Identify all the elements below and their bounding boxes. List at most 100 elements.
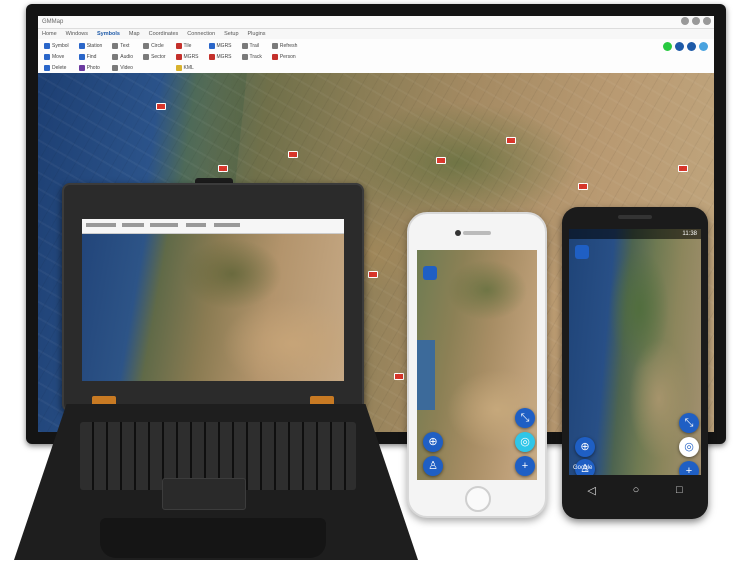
menu-item-coordinates[interactable]: Coordinates <box>149 29 179 39</box>
ribbon-button-sector[interactable]: Sector <box>143 53 166 61</box>
ribbon-button-photo[interactable]: Photo <box>78 64 103 72</box>
layers-icon[interactable] <box>575 245 589 259</box>
find-icon <box>78 54 85 60</box>
laptop-screen <box>82 219 344 381</box>
ribbon-button-label: Photo <box>86 65 100 71</box>
ribbon-button-label: MGRS <box>216 54 232 60</box>
ribbon-group: MGRS MGRS <box>208 42 232 76</box>
ribbon-button-person[interactable]: Person <box>271 53 298 61</box>
laptop-satellite-map[interactable] <box>82 234 344 381</box>
status-dot-icon[interactable] <box>699 42 708 51</box>
window-controls <box>681 17 711 25</box>
menu-item-map[interactable]: Map <box>129 29 140 39</box>
ribbon-button-refresh[interactable]: Refresh <box>271 42 297 50</box>
locate-icon[interactable]: ◎ <box>679 437 699 457</box>
menu-bar: Home Windows Symbols Map Coordinates Connecti… <box>38 29 714 39</box>
map-marker[interactable] <box>288 151 298 158</box>
ribbon-group: Symbol Move Delete <box>44 42 69 76</box>
status-dot-icon[interactable] <box>663 42 672 51</box>
iphone-device: ⤡ ◎ + ⊕ ♙ <box>407 212 547 518</box>
kml-icon <box>175 65 182 71</box>
ribbon-button-find[interactable]: Find <box>78 53 103 61</box>
ribbon-button-label: Find <box>86 54 97 60</box>
map-marker[interactable] <box>394 373 404 380</box>
person-icon[interactable]: ♙ <box>423 456 443 476</box>
menu-item-windows[interactable]: Windows <box>66 29 88 39</box>
laptop-touchpad[interactable] <box>162 478 246 510</box>
ribbon-button-trail[interactable]: Trail <box>241 42 262 50</box>
refresh-icon <box>271 43 278 49</box>
menu-item-symbols[interactable]: Symbols <box>97 29 120 39</box>
recents-icon[interactable]: □ <box>676 484 683 496</box>
tile-icon <box>175 43 182 49</box>
maximize-button[interactable] <box>692 17 700 25</box>
sector-icon <box>143 54 150 60</box>
ribbon-button-mgrs[interactable]: MGRS <box>175 53 199 61</box>
ribbon-group: Circle Sector <box>143 42 166 76</box>
laptop-front-grip <box>100 518 326 558</box>
status-dot-icon[interactable] <box>675 42 684 51</box>
menu-item-setup[interactable]: Setup <box>224 29 238 39</box>
map-marker[interactable] <box>368 271 378 278</box>
ribbon-button-label: Circle <box>151 43 164 49</box>
ribbon-button-symbol[interactable]: Symbol <box>44 42 69 50</box>
sea-area <box>417 340 435 410</box>
symbol-icon <box>44 43 50 49</box>
ribbon-button-video[interactable]: Video <box>112 64 133 72</box>
add-icon[interactable]: + <box>515 456 535 476</box>
map-marker[interactable] <box>218 165 228 172</box>
ribbon-button-text[interactable]: Text <box>112 42 133 50</box>
iphone-map-screen[interactable]: ⤡ ◎ + ⊕ ♙ <box>417 250 537 480</box>
status-dot-icon[interactable] <box>687 42 696 51</box>
map-marker[interactable] <box>506 137 516 144</box>
home-button[interactable] <box>465 486 491 512</box>
front-camera <box>455 230 461 236</box>
back-icon[interactable]: ◁ <box>587 484 595 497</box>
text-icon <box>112 43 119 49</box>
ribbon-button-station[interactable]: Station <box>78 42 103 50</box>
map-marker[interactable] <box>678 165 688 172</box>
layers-icon[interactable] <box>423 266 437 280</box>
audio-icon <box>112 54 119 60</box>
menu-item-connection[interactable]: Connection <box>187 29 215 39</box>
locate-icon[interactable]: ◎ <box>515 432 535 452</box>
ribbon-button-label: MGRS <box>216 43 232 49</box>
ribbon-button-label: Video <box>120 65 133 71</box>
move-icon <box>44 54 50 60</box>
photo-icon <box>78 65 85 71</box>
ribbon-button-tile[interactable]: Tile <box>175 42 199 50</box>
home-icon[interactable]: ○ <box>633 484 640 496</box>
compass-icon[interactable]: ⊕ <box>575 437 595 457</box>
menu-item-home[interactable]: Home <box>42 29 57 39</box>
android-map-screen[interactable]: 11:38 ⤡ ◎ + ⊕ ♙ Google <box>569 229 701 475</box>
ribbon-button-circle[interactable]: Circle <box>143 42 165 50</box>
earpiece-speaker <box>618 215 652 219</box>
mgrs-icon <box>208 54 215 60</box>
ribbon-button-delete[interactable]: Delete <box>44 64 69 72</box>
ribbon-button-label: Delete <box>52 65 67 71</box>
ribbon-button-mgrs[interactable]: MGRS <box>208 42 232 50</box>
close-button[interactable] <box>703 17 711 25</box>
fullscreen-icon[interactable]: ⤡ <box>679 413 699 433</box>
video-icon <box>112 65 119 71</box>
clock: 11:38 <box>682 231 697 237</box>
map-marker[interactable] <box>436 157 446 164</box>
ribbon-button-audio[interactable]: Audio <box>112 53 133 61</box>
add-icon[interactable]: + <box>679 461 699 475</box>
ribbon-button-track[interactable]: Track <box>241 53 262 61</box>
map-marker[interactable] <box>156 103 166 110</box>
ribbon-toolbar: Symbol Move Delete Station Find Photo Text Audi… <box>38 39 714 77</box>
circle-icon <box>143 43 150 49</box>
ribbon-button-label: Symbol <box>52 43 69 49</box>
ribbon-button-move[interactable]: Move <box>44 53 69 61</box>
map-marker[interactable] <box>578 183 588 190</box>
google-logo: Google <box>573 465 593 471</box>
ribbon-button-label: Station <box>86 43 103 49</box>
menu-item-plugins[interactable]: Plugins <box>248 29 266 39</box>
ribbon-button-mgrs[interactable]: MGRS <box>208 53 232 61</box>
minimize-button[interactable] <box>681 17 689 25</box>
android-status-bar: 11:38 <box>569 229 701 239</box>
fullscreen-icon[interactable]: ⤡ <box>515 408 535 428</box>
ribbon-button-kml[interactable]: KML <box>175 64 199 72</box>
compass-icon[interactable]: ⊕ <box>423 432 443 452</box>
